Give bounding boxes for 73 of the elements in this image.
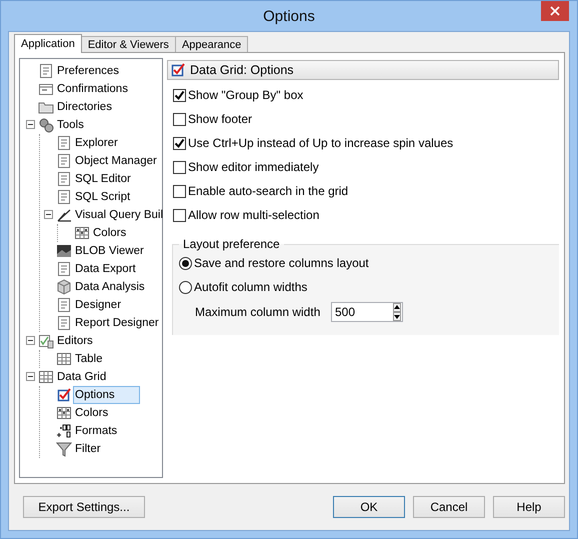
- tab[interactable]: Application: [14, 34, 82, 53]
- tab[interactable]: Appearance: [174, 36, 248, 53]
- tab[interactable]: Editor & Viewers: [80, 36, 176, 53]
- collapse-icon[interactable]: [44, 210, 52, 219]
- spin-arrows-icon[interactable]: [393, 303, 401, 321]
- tree-item[interactable]: Colors: [91, 224, 128, 242]
- radio-label: Autofit column widths: [194, 280, 308, 294]
- image-icon: [56, 243, 72, 259]
- document-icon: [56, 171, 72, 187]
- checkbox-label: Show "Group By" box: [188, 88, 304, 102]
- tree-item[interactable]: Data Export: [73, 260, 138, 278]
- tree-item[interactable]: SQL Editor: [73, 170, 133, 188]
- tree-item[interactable]: Table: [73, 350, 104, 368]
- tree-item[interactable]: Filter: [73, 440, 103, 458]
- chart-icon: [56, 207, 72, 223]
- checkbox[interactable]: [173, 208, 186, 222]
- checklist-icon: [38, 333, 54, 349]
- tree-item[interactable]: Tools: [55, 116, 86, 134]
- grid-icon: [74, 225, 90, 241]
- collapse-icon[interactable]: [26, 336, 34, 345]
- group-title: Layout preference: [182, 237, 281, 251]
- tree-item[interactable]: Data Grid: [55, 368, 108, 386]
- grid-icon: [56, 405, 72, 421]
- radio-button[interactable]: [179, 280, 192, 294]
- tree-item[interactable]: Visual Query Buil: [73, 206, 165, 224]
- dialog-button[interactable]: Cancel: [413, 496, 485, 518]
- tree-item[interactable]: SQL Script: [73, 188, 132, 206]
- checkbox-label: Show editor immediately: [188, 160, 319, 174]
- tree-item[interactable]: Explorer: [73, 134, 120, 152]
- radio-label: Save and restore columns layout: [194, 256, 369, 270]
- tree-item[interactable]: Report Designer: [73, 314, 161, 332]
- grid-icon: [38, 369, 54, 385]
- checkbox-icon: [56, 387, 72, 403]
- spin-label: Maximum column width: [195, 305, 322, 319]
- collapse-icon[interactable]: [26, 372, 34, 381]
- table-icon: [56, 351, 72, 367]
- collapse-icon[interactable]: [26, 120, 34, 129]
- tree-item[interactable]: Data Analysis: [73, 278, 147, 296]
- dialog-button[interactable]: Help: [493, 496, 565, 518]
- radio-button[interactable]: [179, 256, 192, 270]
- panel-title: Data Grid: Options: [190, 63, 294, 77]
- checkbox-label: Use Ctrl+Up instead of Up to increase spin values: [188, 136, 454, 150]
- window-title: Options: [263, 8, 315, 24]
- close-button[interactable]: [541, 1, 569, 21]
- spin-field[interactable]: 500: [331, 302, 403, 322]
- tree-item[interactable]: Designer: [73, 296, 124, 314]
- filter-icon: [56, 441, 72, 457]
- tree-item[interactable]: Object Manager: [73, 152, 159, 170]
- checkbox-icon: [170, 62, 186, 78]
- document-icon: [38, 63, 54, 79]
- tree-item[interactable]: Preferences: [55, 62, 122, 80]
- gears-icon: [38, 117, 54, 133]
- tree-item[interactable]: Editors: [55, 332, 95, 350]
- tree-item[interactable]: Colors: [73, 404, 110, 422]
- checkbox[interactable]: [173, 184, 186, 198]
- checkbox[interactable]: [173, 136, 186, 150]
- dialog-button[interactable]: Export Settings...: [23, 496, 145, 518]
- tree-item[interactable]: Confirmations: [55, 80, 130, 98]
- dialog-button[interactable]: OK: [333, 496, 405, 518]
- checkbox-label: Allow row multi-selection: [188, 208, 320, 222]
- checkbox[interactable]: [173, 160, 186, 174]
- cube-icon: [56, 279, 72, 295]
- window-icon: [38, 81, 54, 97]
- checkbox[interactable]: [173, 88, 186, 102]
- tree-item[interactable]: BLOB Viewer: [73, 242, 146, 260]
- close-icon: [550, 6, 560, 16]
- checkbox-label: Enable auto-search in the grid: [188, 184, 348, 198]
- checkbox-label: Show footer: [188, 112, 252, 126]
- tree-item[interactable]: Options: [73, 386, 140, 404]
- checkbox[interactable]: [173, 112, 186, 126]
- number-format-icon: [56, 423, 72, 439]
- tree-item[interactable]: Directories: [55, 98, 114, 116]
- tree-item[interactable]: Formats: [73, 422, 120, 440]
